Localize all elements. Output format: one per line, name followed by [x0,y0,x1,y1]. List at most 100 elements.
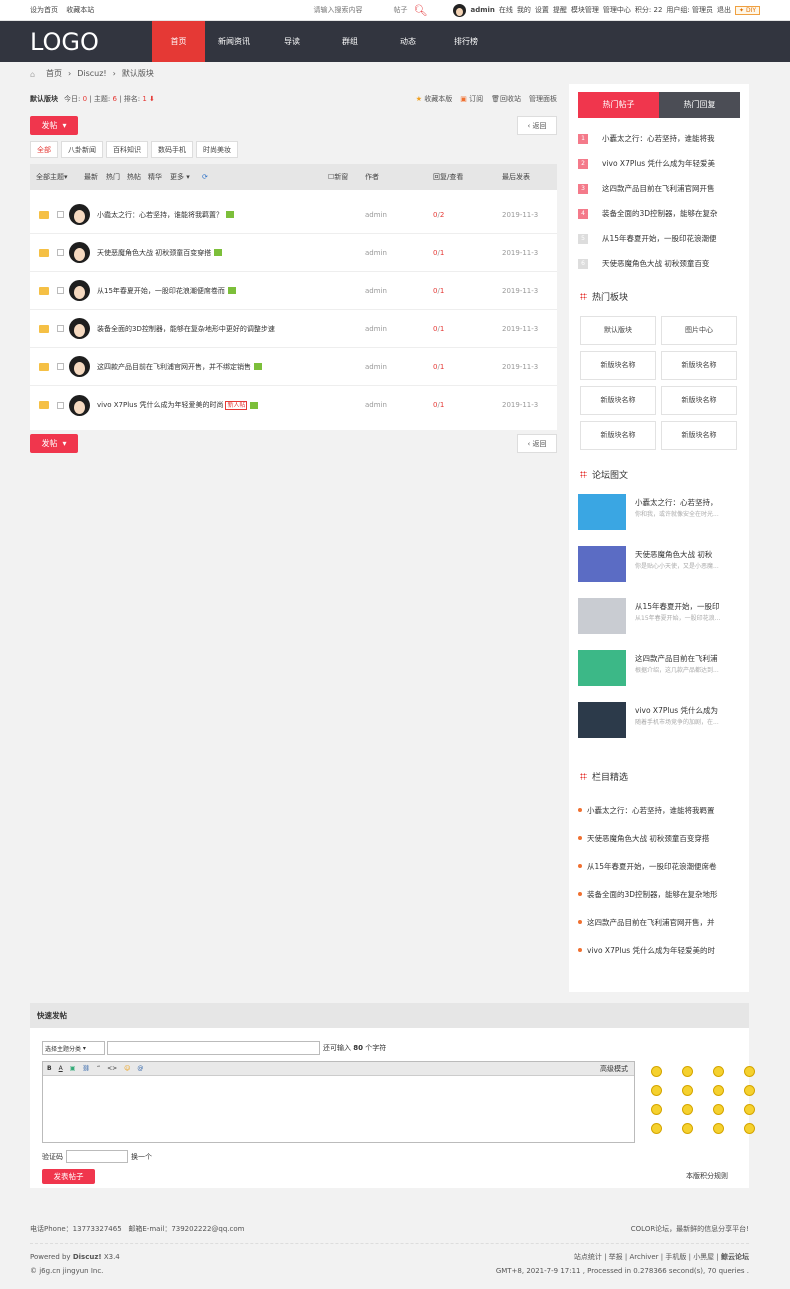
image-icon[interactable]: ▣ [70,1065,76,1072]
advanced-mode-link[interactable]: 高级模式 [600,1064,628,1074]
avatar[interactable] [69,204,90,225]
pic-item[interactable]: 小蠹太之行：心若坚持， 你和我，或许就像安全在时光... [578,494,740,546]
footer-link-stats[interactable]: 站点统计 [574,1253,602,1261]
thread-checkbox[interactable] [57,401,64,409]
search-type-select[interactable]: 帖子 [393,5,407,15]
thread-date[interactable]: 2019-11-3 [502,249,538,257]
list-item[interactable]: 6 天使恶魔角色大战 初秋颈童百变 [578,251,740,276]
quote-icon[interactable]: “ [97,1065,100,1072]
thread-author[interactable]: admin [365,211,387,219]
type-all[interactable]: 全部 [30,141,58,158]
thread-title[interactable]: 从15年春夏开始，一股印花浪潮便席卷而 [97,286,236,296]
thread-title[interactable]: 这四款产品目前在飞利浦官网开售，并不绑定销售 [97,362,262,372]
thread-author[interactable]: admin [365,325,387,333]
sort-hotpost[interactable]: 热帖 [127,172,141,182]
thread-checkbox[interactable] [57,287,64,294]
post-editor[interactable]: B A ▣ ⛓ “ <> ☺ @ 高级模式 [42,1061,635,1143]
type-digital[interactable]: 数码手机 [151,141,193,158]
at-icon[interactable]: @ [137,1065,143,1072]
smiley-icon[interactable]: ☺ [124,1065,130,1072]
thread-date[interactable]: 2019-11-3 [502,287,538,295]
thread-checkbox[interactable] [57,211,64,218]
refresh-icon[interactable]: ⟳ [202,173,208,181]
pic-item[interactable]: vivo X7Plus 凭什么成为 随着手机市场竞争的加剧，在... [578,702,740,754]
thread-author[interactable]: admin [365,363,387,371]
forum-block[interactable]: 默认版块 [580,316,656,345]
captcha-input[interactable] [66,1150,128,1163]
top-link-modules[interactable]: 模块管理 [571,5,599,15]
sort-hot[interactable]: 热门 [106,172,120,182]
points-link[interactable]: 积分: 22 [635,5,663,15]
list-item[interactable]: 天使恶魔角色大战 初秋颈童百变穿搭 [578,824,740,852]
thread-title[interactable]: 天使恶魔角色大战 初秋颈童百变穿搭 [97,248,223,258]
footer-link-archiver[interactable]: Archiver [629,1253,658,1261]
emoji-icon[interactable] [744,1085,755,1096]
forum-block[interactable]: 图片中心 [661,316,737,345]
newwin-toggle[interactable]: ☐新窗 [328,172,348,182]
list-item[interactable]: 装备全面的3D控制器，能够在复杂地形 [578,880,740,908]
list-item[interactable]: 2 vivo X7Plus 凭什么成为年轻爱美 [578,151,740,176]
top-link-mine[interactable]: 我的 [517,5,531,15]
list-item[interactable]: 这四款产品目前在飞利浦官网开售，并 [578,908,740,936]
category-select[interactable]: 选择主题分类 ▾ [42,1041,105,1055]
username-link[interactable]: admin [470,6,494,14]
nav-home[interactable]: 首页 [152,21,205,62]
bold-icon[interactable]: B [47,1065,52,1072]
discuz-link[interactable]: Discuz! [73,1253,102,1261]
forum-block[interactable]: 新版块名称 [580,386,656,415]
top-link-online[interactable]: 在线 [499,5,513,15]
thread-author[interactable]: admin [365,287,387,295]
emoji-icon[interactable] [713,1066,724,1077]
post-button[interactable]: 发帖 ▾ [30,434,78,453]
pic-item[interactable]: 从15年春夏开始，一股印 从15年春夏开始，一股印花浪... [578,598,740,650]
avatar[interactable] [69,280,90,301]
thread-date[interactable]: 2019-11-3 [502,211,538,219]
list-item[interactable]: 小蠹太之行：心若坚持，谁能将我羁置 [578,796,740,824]
tab-hot-replies[interactable]: 热门回复 [659,92,740,118]
top-link-admin[interactable]: 管理中心 [603,5,631,15]
logout-link[interactable]: 退出 [717,5,731,15]
diy-button[interactable]: ✦ DIY [735,5,760,15]
thread-title[interactable]: 小蠹太之行：心若坚持，谁能将我羁置？ [97,210,234,220]
emoji-icon[interactable] [682,1085,693,1096]
emoji-icon[interactable] [713,1123,724,1134]
crumb-discuz[interactable]: Discuz! [77,69,106,78]
emoji-icon[interactable] [744,1123,755,1134]
nav-news[interactable]: 新闻资讯 [205,21,263,62]
filter-all[interactable]: 全部主题▾ [36,172,68,182]
list-item[interactable]: 从15年春夏开始，一股印花浪潮便席卷 [578,852,740,880]
avatar[interactable] [69,318,90,339]
forum-block[interactable]: 新版块名称 [661,386,737,415]
home-icon[interactable]: ⌂ [30,70,40,79]
thread-title[interactable]: vivo X7Plus 凭什么成为年轻爱美的时尚 新人帖 [97,400,259,410]
back-button[interactable]: ‹ 返回 [517,434,557,453]
site-logo[interactable]: LOGO [0,28,152,56]
pic-item[interactable]: 天使恶魔角色大战 初秋 你是贴心小天使，又是小恶魔... [578,546,740,598]
thread-title[interactable]: 装备全面的3D控制器，能够在复杂地形中更好的调整步速 [97,324,275,334]
forum-block[interactable]: 新版块名称 [580,351,656,380]
link-icon[interactable]: ⛓ [82,1065,90,1072]
favorite-link[interactable]: 收藏本站 [66,6,94,14]
rules-link[interactable]: 本版积分规则 [686,1171,728,1181]
captcha-refresh-link[interactable]: 换一个 [131,1152,152,1162]
nav-feed[interactable]: 动态 [379,21,437,62]
thread-date[interactable]: 2019-11-3 [502,401,538,409]
crumb-forum[interactable]: 默认版块 [122,68,154,79]
nav-groups[interactable]: 群组 [321,21,379,62]
top-link-settings[interactable]: 设置 [535,5,549,15]
fav-forum-link[interactable]: ★ 收藏本版 [416,94,453,104]
emoji-icon[interactable] [682,1066,693,1077]
forum-block[interactable]: 新版块名称 [580,421,656,450]
code-icon[interactable]: <> [107,1065,117,1072]
emoji-icon[interactable] [713,1104,724,1115]
forum-block[interactable]: 新版块名称 [661,351,737,380]
forum-block[interactable]: 新版块名称 [661,421,737,450]
thread-checkbox[interactable] [57,325,64,332]
emoji-icon[interactable] [651,1104,662,1115]
list-item[interactable]: 1 小蠹太之行：心若坚持，谁能将我 [578,126,740,151]
user-avatar[interactable] [453,3,467,17]
thread-date[interactable]: 2019-11-3 [502,363,538,371]
emoji-icon[interactable] [651,1123,662,1134]
type-wiki[interactable]: 百科知识 [106,141,148,158]
emoji-icon[interactable] [651,1085,662,1096]
